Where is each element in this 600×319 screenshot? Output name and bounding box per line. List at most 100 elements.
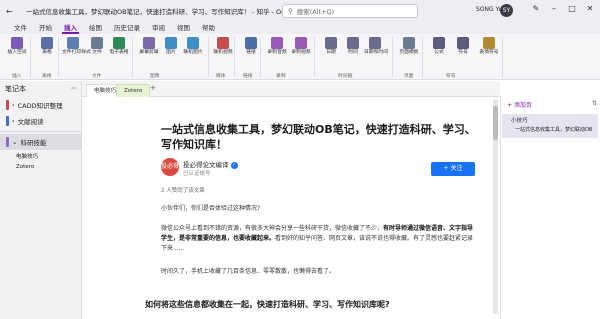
menu-bar: 文件 开始 插入 绘图 历史记录 审阅 视图 帮助 bbox=[0, 22, 600, 34]
ribbon-group-label: 时间戳 bbox=[338, 74, 353, 79]
ribbon-button[interactable]: 页面模板 bbox=[398, 37, 420, 56]
ribbon-button-icon bbox=[369, 37, 381, 49]
tab-zotero[interactable]: Zotero bbox=[116, 84, 151, 97]
ribbon-button-label: 符号 bbox=[458, 50, 468, 55]
ribbon-button-icon bbox=[217, 37, 229, 49]
maximize-icon[interactable]: □ bbox=[566, 4, 578, 13]
ribbon-button[interactable]: 图片 bbox=[160, 37, 182, 56]
scrollbar-thumb[interactable] bbox=[493, 106, 498, 140]
ribbon-button-label: 表情符号 bbox=[479, 50, 499, 55]
ribbon-button[interactable]: 日期和时间 bbox=[364, 37, 388, 56]
pen-icon[interactable]: ✎ bbox=[530, 4, 542, 13]
ribbon-button-label: 表格 bbox=[42, 50, 52, 55]
ribbon-button[interactable]: 联机图片 bbox=[182, 37, 204, 56]
ribbon-button-icon bbox=[245, 37, 257, 49]
close-icon[interactable]: ✕ bbox=[584, 4, 596, 13]
back-arrow-icon[interactable]: ← bbox=[6, 7, 16, 16]
author-name[interactable]: 投必得论文编译 bbox=[183, 161, 229, 169]
menu-item[interactable]: 开始 bbox=[33, 22, 58, 34]
ribbon-button-label: 电子表格 bbox=[109, 50, 129, 55]
author-avatar[interactable]: 投必得 bbox=[161, 158, 179, 176]
title-bar: ← 一站式信息收集工具，梦幻联动OB笔记，快速打造科研、学习、写作知识库！ - … bbox=[0, 0, 600, 22]
ribbon-button[interactable]: 文件 bbox=[86, 37, 108, 56]
ribbon-separator bbox=[260, 37, 261, 77]
likes-count: 2 人赞同了该文章 bbox=[161, 188, 205, 194]
notebook-item-reading[interactable]: › 文献阅读 bbox=[0, 113, 81, 129]
notebook-label: CADD知识整理 bbox=[17, 102, 63, 110]
notebook-item-cadd[interactable]: › CADD知识整理 bbox=[0, 97, 81, 113]
search-placeholder: 搜索(Alt+Q) bbox=[296, 8, 335, 16]
menu-item[interactable]: 插入 bbox=[58, 22, 83, 34]
section-tabs: 电脑技巧 Zotero + bbox=[82, 81, 500, 97]
notebook-item-research-skills[interactable]: ⌄ 科研技能 bbox=[0, 134, 81, 150]
article-subheading: 如何将这些信息都收集在一起，快速打造科研、学习、写作知识库呢? bbox=[145, 300, 390, 309]
ribbon-separator bbox=[234, 37, 235, 77]
search-box[interactable]: ⚲ 搜索(Alt+Q) bbox=[282, 4, 418, 18]
section-item-zotero[interactable]: Zotero bbox=[0, 161, 81, 172]
ribbon-button-label: 联机视频 bbox=[213, 50, 233, 55]
vertical-scrollbar[interactable] bbox=[493, 100, 498, 314]
verified-badge-icon: ✓ bbox=[230, 161, 238, 169]
ribbon-button-icon bbox=[347, 37, 359, 49]
ribbon-button-label: 插入空间 bbox=[7, 50, 27, 55]
add-page-button[interactable]: + 添加页 bbox=[507, 100, 532, 109]
ribbon-button-icon bbox=[67, 37, 79, 49]
ribbon-button[interactable]: 表格 bbox=[36, 37, 58, 56]
ribbon-button[interactable]: 日期 bbox=[320, 37, 342, 56]
follow-button[interactable]: + 关注 bbox=[431, 162, 475, 176]
menu-item[interactable]: 历史记录 bbox=[108, 22, 146, 34]
ribbon-button-icon bbox=[187, 37, 199, 49]
user-name[interactable]: SONG Yu bbox=[476, 6, 502, 13]
ribbon-button[interactable]: 链接 bbox=[240, 37, 262, 56]
page-item-article[interactable]: 一站式信息收集工具，梦幻联动OB bbox=[515, 126, 592, 133]
ribbon-button-icon bbox=[91, 37, 103, 49]
ribbon-group-label: 链接 bbox=[243, 74, 253, 79]
author-name-line: 投必得论文编译 ✓ bbox=[183, 159, 238, 169]
ribbon-button[interactable]: 文件打印样式 bbox=[62, 37, 91, 56]
ribbon-button[interactable]: 联机视频 bbox=[212, 37, 234, 56]
divider bbox=[0, 131, 81, 132]
paragraph-2: 微信公众号上看到不错的资源，有很多大神会分享一些科研干货，微信收藏了不少，有时导… bbox=[161, 224, 479, 254]
ribbon-button-label: 联机图片 bbox=[183, 50, 203, 55]
ribbon-button-icon bbox=[165, 37, 177, 49]
ribbon-button[interactable]: 插入空间 bbox=[6, 37, 28, 56]
ribbon-button[interactable]: 表情符号 bbox=[478, 37, 500, 56]
ribbon-separator bbox=[208, 37, 209, 77]
ribbon-button-icon bbox=[271, 37, 283, 49]
ribbon-separator bbox=[392, 37, 393, 77]
page-item-tips[interactable]: 小技巧 bbox=[511, 116, 528, 124]
notebook-color-bar bbox=[6, 137, 9, 147]
user-avatar[interactable]: SY bbox=[500, 4, 513, 17]
ribbon-button-label: 录制音频 bbox=[267, 50, 287, 55]
menu-item[interactable]: 文件 bbox=[8, 22, 33, 34]
ribbon-button[interactable]: 公式 bbox=[428, 37, 450, 56]
ribbon-button-label: 文件打印样式 bbox=[62, 50, 91, 55]
menu-item[interactable]: 帮助 bbox=[196, 22, 221, 34]
menu-item[interactable]: 视图 bbox=[171, 22, 196, 34]
ribbon-button[interactable]: 录制视频 bbox=[290, 37, 312, 56]
author-row: 投必得 投必得论文编译 ✓ 已认证帐号 + 关注 bbox=[161, 157, 479, 179]
chevron-down-icon: ⌄ bbox=[12, 138, 18, 146]
ribbon-group-label: 文件 bbox=[92, 74, 102, 79]
ribbon-group-label: 表格 bbox=[42, 74, 52, 79]
notebook-sidebar: 笔记本 ⇦ › CADD知识整理 › 文献阅读 ⌄ 科研技能 电脑技巧 Zote… bbox=[0, 81, 82, 319]
ribbon-button[interactable]: 录制音频 bbox=[266, 37, 288, 56]
chevron-right-icon: › bbox=[12, 117, 15, 125]
add-section-icon[interactable]: + bbox=[150, 84, 156, 92]
ribbon-button[interactable]: 电子表格 bbox=[108, 37, 130, 56]
onenote-window: ← 一站式信息收集工具，梦幻联动OB笔记，快速打造科研、学习、写作知识库！ - … bbox=[0, 0, 600, 319]
menu-item[interactable]: 绘图 bbox=[83, 22, 108, 34]
author-subtitle: 已认证帐号 bbox=[183, 171, 211, 177]
sort-icon[interactable]: ⇅ bbox=[592, 100, 597, 107]
minimize-icon[interactable]: – bbox=[548, 4, 560, 13]
ribbon-button[interactable]: 时间 bbox=[342, 37, 364, 56]
ribbon-button-label: 日期和时间 bbox=[364, 50, 388, 55]
paragraph-2-text: 微信公众号上看到不错的资源，有很多大神会分享一些科研干货，微信收藏了不少， bbox=[161, 225, 384, 232]
pin-icon[interactable]: ⇦ bbox=[71, 85, 76, 92]
ribbon-button[interactable]: 符号 bbox=[452, 37, 474, 56]
sidebar-title: 笔记本 bbox=[5, 85, 26, 93]
ribbon-button-icon bbox=[403, 37, 415, 49]
menu-item[interactable]: 审阅 bbox=[146, 22, 171, 34]
section-item-computer-tips[interactable]: 电脑技巧 bbox=[0, 150, 81, 161]
ribbon-button[interactable]: 屏幕剪辑 bbox=[138, 37, 160, 56]
